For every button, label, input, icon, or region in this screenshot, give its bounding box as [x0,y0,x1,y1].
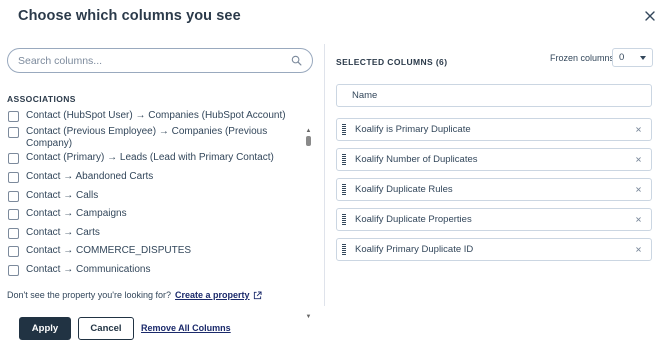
frozen-columns-select[interactable]: 0 [612,48,653,67]
pane-divider [324,44,325,306]
selected-column-label: Koalify is Primary Duplicate [355,124,471,135]
scroll-thumb[interactable] [306,136,311,146]
external-link-icon[interactable] [253,290,262,300]
apply-button[interactable]: Apply [19,317,71,340]
frozen-columns-label: Frozen columns [550,53,615,63]
help-text: Don't see the property you're looking fo… [7,290,172,300]
drag-handle-icon[interactable] [342,184,346,195]
list-item[interactable]: Contact (Primary) → Leads (Lead with Pri… [8,152,302,164]
drag-handle-icon[interactable] [342,124,346,135]
remove-column-icon[interactable] [631,153,645,167]
list-scrollbar[interactable]: ▲ ▼ [305,128,312,320]
list-item[interactable]: Contact → Carts [8,227,302,239]
checkbox[interactable] [8,209,19,220]
selected-column[interactable]: Koalify Primary Duplicate ID [336,238,652,261]
selected-column[interactable]: Koalify is Primary Duplicate [336,118,652,141]
list-item-label: Contact (HubSpot User) → Companies (HubS… [26,110,286,121]
modal-title: Choose which columns you see [18,8,241,24]
list-item[interactable]: Contact → Calls [8,190,302,202]
remove-column-icon[interactable] [631,123,645,137]
selected-column-label: Koalify Duplicate Rules [355,184,453,195]
selected-column[interactable]: Koalify Duplicate Rules [336,178,652,201]
list-item-label: Contact (Previous Employee) → Companies … [26,126,268,149]
checkbox[interactable] [8,191,19,202]
create-property-link[interactable]: Create a property [175,290,250,300]
list-item[interactable]: Contact (HubSpot User) → Companies (HubS… [8,110,302,122]
modal-footer: Apply Cancel Remove All Columns [0,306,670,349]
selected-column-label: Koalify Duplicate Properties [355,214,472,225]
checkbox[interactable] [8,153,19,164]
selected-column[interactable]: Koalify Duplicate Properties [336,208,652,231]
list-item[interactable]: Contact → Campaigns [8,208,302,220]
selected-column[interactable]: Koalify Number of Duplicates [336,148,652,171]
close-icon [645,11,655,21]
list-item-label: Contact → Abandoned Carts [26,171,154,182]
list-item-label: Contact → COMMERCE_DISPUTES [26,245,192,256]
frozen-columns-value: 0 [619,52,625,63]
drag-handle-icon[interactable] [342,244,346,255]
list-item[interactable]: Contact → Abandoned Carts [8,171,302,183]
drag-handle-icon[interactable] [342,214,346,225]
close-button[interactable] [642,8,658,24]
checkbox[interactable] [8,265,19,276]
selected-column-label: Koalify Number of Duplicates [355,154,478,165]
associations-list: Contact (HubSpot User) → Companies (HubS… [0,106,312,276]
associations-heading: ASSOCIATIONS [7,94,76,104]
list-item-label: Contact (Primary) → Leads (Lead with Pri… [26,152,274,163]
selected-column-label: Koalify Primary Duplicate ID [355,244,474,255]
checkbox[interactable] [8,172,19,183]
scroll-up-icon[interactable]: ▲ [305,128,312,134]
list-item-label: Contact → Carts [26,227,100,238]
checkbox[interactable] [8,228,19,239]
search-icon[interactable] [290,55,302,67]
checkbox[interactable] [8,246,19,257]
chevron-down-icon [640,55,646,60]
remove-column-icon[interactable] [631,183,645,197]
search-field[interactable] [7,48,313,73]
remove-all-columns-button[interactable]: Remove All Columns [141,323,231,333]
search-input[interactable] [18,54,290,67]
drag-handle-icon[interactable] [342,154,346,165]
cancel-button[interactable]: Cancel [78,317,134,340]
list-item-label: Contact → Communications [26,264,151,275]
list-item[interactable]: Contact (Previous Employee) → Companies … [8,126,302,150]
list-item-label: Contact → Campaigns [26,208,127,219]
selected-columns-heading: SELECTED COLUMNS (6) [336,57,448,67]
help-row: Don't see the property you're looking fo… [7,290,262,300]
list-item-label: Contact → Calls [26,190,99,201]
remove-column-icon[interactable] [631,213,645,227]
checkbox[interactable] [8,111,19,122]
fixed-column-name: Name [336,84,652,107]
remove-column-icon[interactable] [631,243,645,257]
available-columns-pane: ASSOCIATIONS Contact (HubSpot User) → Co… [0,44,324,320]
checkbox[interactable] [8,127,19,138]
list-item[interactable]: Contact → COMMERCE_DISPUTES [8,245,302,257]
list-item[interactable]: Contact → Communications [8,264,302,276]
